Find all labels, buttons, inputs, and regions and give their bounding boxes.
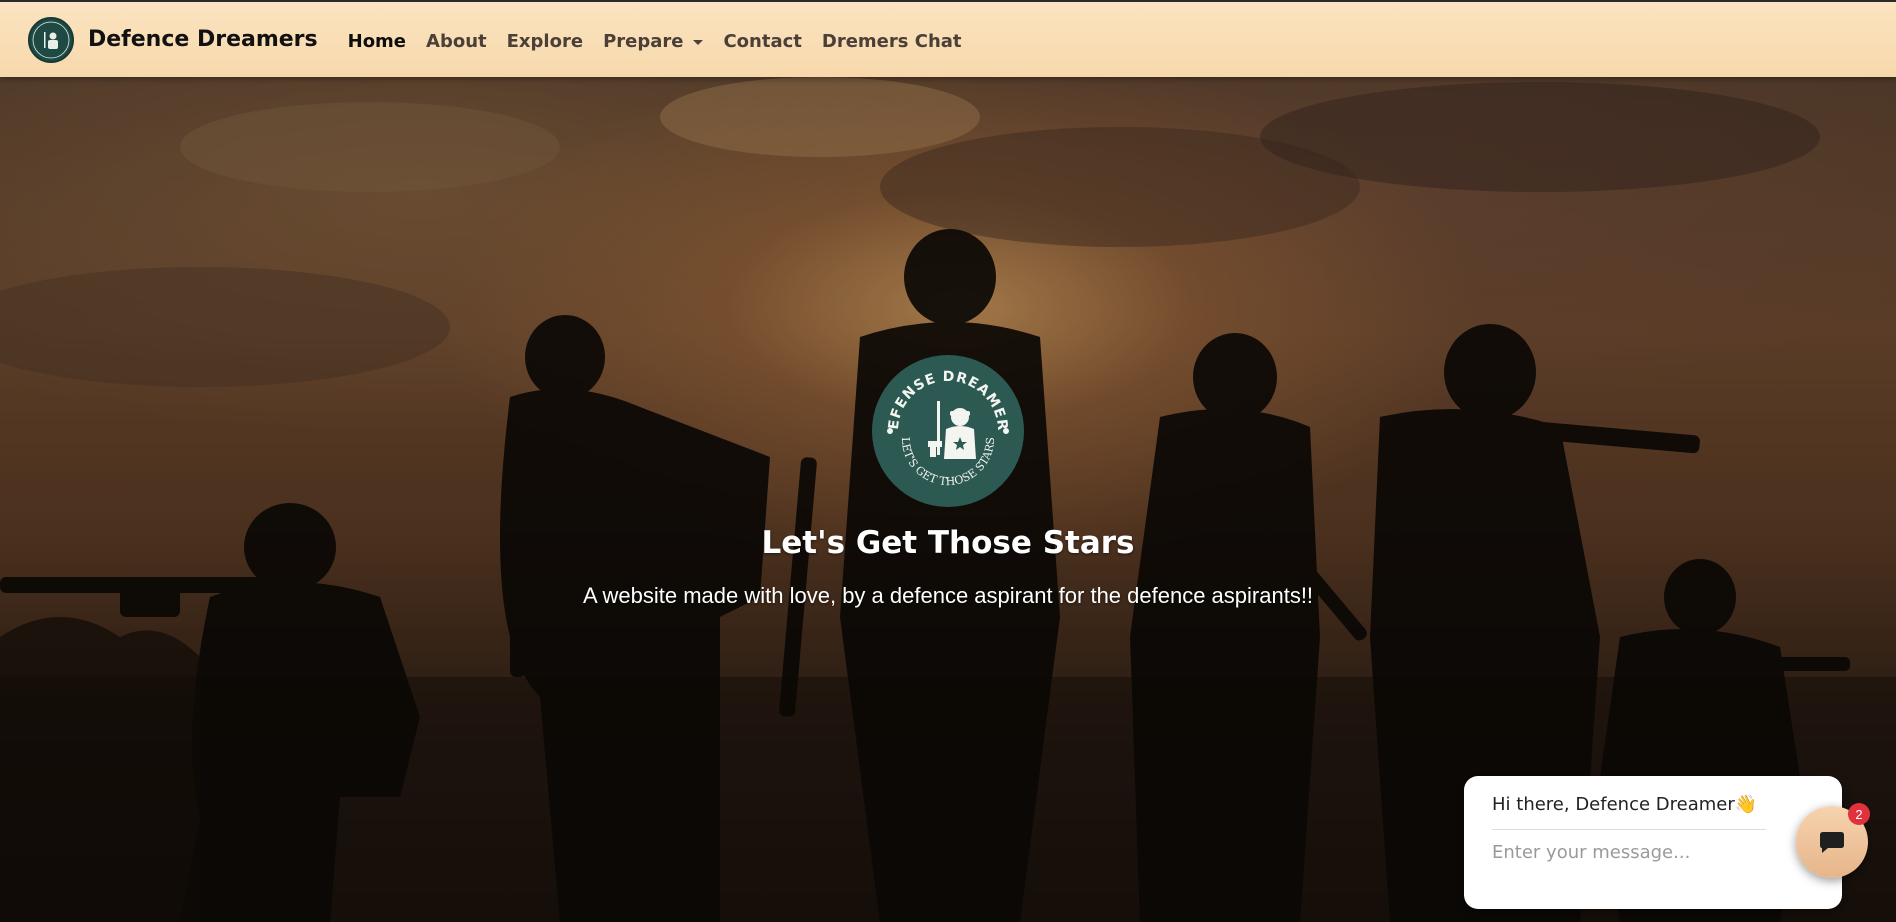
waving-hand-icon: 👋 [1734, 794, 1758, 815]
soldier-emblem-icon [32, 21, 70, 58]
chat-message-input[interactable] [1492, 842, 1792, 863]
caret-down-icon [693, 40, 704, 45]
nav-explore[interactable]: Explore [507, 31, 583, 52]
hero-subtitle: A website made with love, by a defence a… [582, 583, 1314, 608]
chat-popup: Hi there, Defence Dreamer👋 [1464, 776, 1842, 909]
brand[interactable]: Defence Dreamers [28, 16, 318, 63]
hero-logo: DEFENSE DREAMERS LET'S GET THOSE STARS [872, 355, 1024, 507]
main-nav: Home About Explore Prepare Contact Dreme… [348, 31, 982, 52]
chat-notification-badge: 2 [1848, 803, 1870, 825]
nav-prepare-label: Prepare [603, 31, 684, 52]
nav-home[interactable]: Home [348, 31, 406, 52]
nav-prepare-dropdown[interactable]: Prepare [603, 31, 704, 52]
chat-greeting: Hi there, Defence Dreamer👋 [1492, 794, 1766, 830]
defense-dreamers-emblem-icon: DEFENSE DREAMERS LET'S GET THOSE STARS [872, 355, 1022, 505]
chat-greeting-text: Hi there, Defence Dreamer [1492, 794, 1735, 815]
navbar: Defence Dreamers Home About Explore Prep… [0, 0, 1896, 77]
nav-about[interactable]: About [426, 31, 487, 52]
hero-title: Let's Get Those Stars [761, 525, 1135, 561]
brand-logo[interactable] [28, 16, 74, 63]
brand-name[interactable]: Defence Dreamers [88, 27, 318, 52]
chat-bubble-icon [1820, 832, 1844, 853]
nav-dremers-chat[interactable]: Dremers Chat [822, 31, 962, 52]
nav-contact[interactable]: Contact [723, 31, 801, 52]
